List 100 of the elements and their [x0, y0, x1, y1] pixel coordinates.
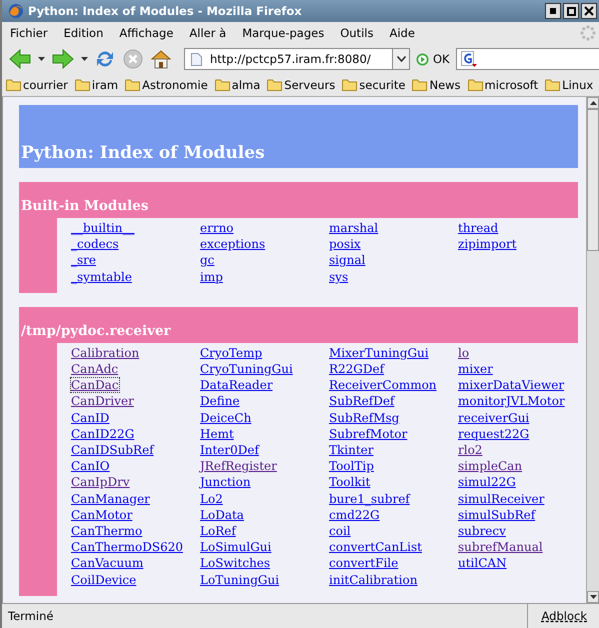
dropdown-icon[interactable]: [38, 57, 45, 61]
module-link[interactable]: _sre: [71, 253, 96, 268]
module-link[interactable]: gc: [200, 253, 214, 268]
module-link[interactable]: simpleCan: [458, 459, 522, 474]
module-link[interactable]: simulSubRef: [458, 508, 536, 522]
module-link[interactable]: Hemt: [200, 426, 234, 441]
module-link[interactable]: coil: [329, 524, 351, 538]
module-link[interactable]: DataReader: [200, 378, 273, 392]
module-link[interactable]: JRefRegister: [200, 459, 277, 474]
maximize-button[interactable]: [563, 3, 579, 19]
scroll-down-icon[interactable]: [590, 595, 596, 599]
module-link[interactable]: thread: [458, 221, 498, 235]
module-link[interactable]: CanID: [71, 410, 110, 425]
bookmark-folder[interactable]: alma: [214, 78, 260, 92]
module-link[interactable]: CoilDevice: [71, 572, 136, 587]
module-link[interactable]: marshal: [329, 221, 378, 235]
search-field[interactable]: [456, 48, 599, 70]
module-link[interactable]: imp: [200, 270, 223, 284]
menu-item[interactable]: Aller à: [189, 26, 226, 40]
module-link[interactable]: CanID22G: [71, 426, 134, 441]
module-link[interactable]: bure1_subref: [329, 492, 410, 506]
module-link[interactable]: DeiceCh: [200, 410, 252, 425]
menu-item[interactable]: Aide: [389, 26, 415, 40]
module-link[interactable]: LoData: [200, 508, 244, 522]
bookmark-folder[interactable]: courrier: [6, 78, 68, 92]
module-link[interactable]: sys: [329, 270, 348, 284]
module-link[interactable]: utilCAN: [458, 556, 507, 570]
module-link[interactable]: ReceiverCommon: [329, 378, 437, 392]
forward-icon[interactable]: [51, 48, 75, 70]
menu-item[interactable]: Affichage: [119, 26, 174, 40]
go-button[interactable]: OK: [416, 52, 450, 66]
module-link[interactable]: simulReceiver: [458, 492, 544, 506]
module-link[interactable]: LoSimulGui: [200, 540, 272, 554]
module-link[interactable]: LoRef: [200, 524, 236, 538]
module-link[interactable]: _symtable: [71, 270, 132, 284]
module-link[interactable]: rlo2: [458, 443, 482, 458]
dropdown-button[interactable]: [392, 49, 409, 69]
module-link[interactable]: CryoTemp: [200, 346, 262, 360]
bookmark-folder[interactable]: Linux: [545, 78, 594, 92]
module-link[interactable]: SubRefMsg: [329, 410, 400, 425]
module-link[interactable]: LoSwitches: [200, 556, 270, 570]
module-link[interactable]: CanIO: [71, 459, 110, 474]
module-link[interactable]: LoTuningGui: [200, 572, 280, 587]
home-icon[interactable]: [150, 48, 172, 70]
module-link[interactable]: receiverGui: [458, 410, 530, 425]
module-link[interactable]: mixerDataViewer: [458, 378, 564, 392]
scroll-up-icon[interactable]: [590, 101, 596, 105]
menu-item[interactable]: Edition: [64, 26, 104, 40]
module-link[interactable]: ToolTip: [329, 459, 374, 474]
module-link[interactable]: CanManager: [71, 492, 150, 506]
module-link[interactable]: CanDac: [71, 378, 119, 392]
module-link[interactable]: Calibration: [71, 346, 140, 360]
address-field[interactable]: http://pctcp57.iram.fr:8080/: [184, 48, 410, 70]
dropdown-icon[interactable]: [81, 57, 88, 61]
module-link[interactable]: __builtin__: [71, 221, 134, 235]
module-link[interactable]: CanMotor: [71, 508, 132, 522]
module-link[interactable]: cmd22G: [329, 508, 380, 522]
module-link[interactable]: initCalibration: [329, 572, 418, 587]
bookmark-folder[interactable]: microsoft: [468, 78, 538, 92]
module-link[interactable]: CanAdc: [71, 362, 118, 376]
module-link[interactable]: exceptions: [200, 237, 266, 252]
search-engine-icon[interactable]: [460, 51, 477, 67]
close-button[interactable]: [581, 3, 597, 19]
module-link[interactable]: Tkinter: [329, 443, 374, 458]
module-link[interactable]: monitorJVLMotor: [458, 394, 565, 408]
module-link[interactable]: convertCanList: [329, 540, 422, 554]
module-link[interactable]: SubRefDef: [329, 394, 394, 408]
module-link[interactable]: convertFile: [329, 556, 398, 570]
module-link[interactable]: Define: [200, 394, 240, 408]
back-icon[interactable]: [8, 48, 32, 70]
module-link[interactable]: CanVacuum: [71, 556, 144, 570]
module-link[interactable]: simul22G: [458, 475, 516, 490]
scrollbar[interactable]: [586, 97, 599, 603]
module-link[interactable]: request22G: [458, 426, 530, 441]
module-link[interactable]: Inter0Def: [200, 443, 259, 458]
bookmark-folder[interactable]: News: [412, 78, 461, 92]
module-link[interactable]: subrecv: [458, 524, 506, 538]
adblock-button[interactable]: Adblock: [526, 604, 599, 628]
bookmark-folder[interactable]: Astronomie: [125, 78, 208, 92]
module-link[interactable]: signal: [329, 253, 366, 268]
module-link[interactable]: lo: [458, 346, 470, 360]
module-link[interactable]: R22GDef: [329, 362, 384, 376]
menu-item[interactable]: Marque-pages: [242, 26, 324, 40]
bookmark-folder[interactable]: securite: [342, 78, 406, 92]
module-link[interactable]: subrefManual: [458, 540, 543, 554]
module-link[interactable]: CanIpDrv: [71, 475, 130, 490]
module-link[interactable]: _codecs: [71, 237, 119, 252]
menu-item[interactable]: Outils: [340, 26, 374, 40]
menu-item[interactable]: Fichier: [10, 26, 48, 40]
module-link[interactable]: Toolkit: [329, 475, 370, 490]
module-link[interactable]: SubrefMotor: [329, 426, 408, 441]
module-link[interactable]: CanThermoDS620: [71, 540, 183, 554]
module-link[interactable]: CryoTuningGui: [200, 362, 293, 376]
module-link[interactable]: mixer: [458, 362, 493, 376]
bookmark-folder[interactable]: Serveurs: [267, 78, 336, 92]
bookmark-folder[interactable]: iram: [74, 78, 118, 92]
module-link[interactable]: posix: [329, 237, 361, 252]
module-link[interactable]: Lo2: [200, 492, 223, 506]
module-link[interactable]: CanThermo: [71, 524, 142, 538]
module-link[interactable]: MixerTuningGui: [329, 346, 429, 360]
